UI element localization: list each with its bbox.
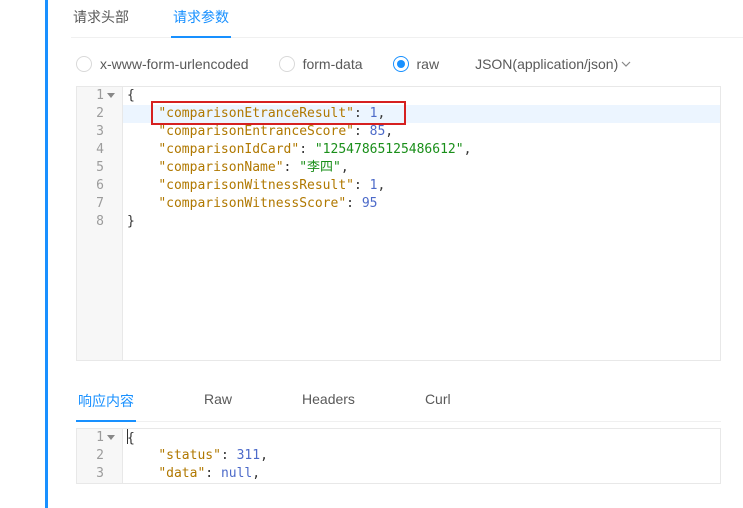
radio-icon [279,56,295,72]
line-number: 1 [77,429,118,447]
code-area[interactable]: { "status": 311, "data": null, [123,429,720,483]
code-line: "comparisonEntranceScore": 85, [123,123,720,141]
line-number: 3 [77,123,118,141]
line-number: 6 [77,177,118,195]
radio-form-data[interactable]: form-data [279,56,363,72]
code-line: "comparisonName": "李四", [123,159,720,177]
radio-raw[interactable]: raw [393,56,440,72]
line-gutter: 1 2 3 4 5 6 7 8 [77,87,123,360]
content-type-select[interactable]: JSON(application/json) [475,56,632,72]
radio-icon [393,56,409,72]
tab-response-headers[interactable]: Headers [300,381,357,421]
radio-label: x-www-form-urlencoded [100,56,249,72]
radio-label: form-data [303,56,363,72]
code-area[interactable]: { "comparisonEtranceResult": 1, "compari… [123,87,720,360]
content-type-label: JSON(application/json) [475,56,618,72]
line-number: 1 [77,87,118,105]
code-line: "comparisonIdCard": "12547865125486612", [123,141,720,159]
tab-response-raw[interactable]: Raw [202,381,234,421]
code-line: "comparisonWitnessResult": 1, [123,177,720,195]
code-line: { [123,429,720,447]
line-number: 2 [77,105,118,123]
line-number: 5 [77,159,118,177]
request-body-editor[interactable]: 1 2 3 4 5 6 7 8 { "comparisonEtranceResu… [76,86,721,361]
line-number: 8 [77,213,118,231]
chevron-down-icon [620,58,632,70]
line-gutter: 1 2 3 [77,429,123,483]
radio-urlencoded[interactable]: x-www-form-urlencoded [76,56,249,72]
line-number: 4 [77,141,118,159]
code-line: "status": 311, [123,447,720,465]
code-line: "comparisonWitnessScore": 95 [123,195,720,213]
tab-response-content[interactable]: 响应内容 [76,381,136,421]
code-line: { [123,87,720,105]
body-type-row: x-www-form-urlencoded form-data raw JSON… [76,38,743,86]
tab-request-params[interactable]: 请求参数 [171,0,231,37]
tab-response-curl[interactable]: Curl [423,381,453,421]
response-tabs: 响应内容 Raw Headers Curl [76,381,721,422]
radio-label: raw [417,56,440,72]
code-line: "data": null, [123,465,720,483]
line-number: 3 [77,465,118,483]
line-number: 2 [77,447,118,465]
code-line: } [123,213,720,231]
code-line: "comparisonEtranceResult": 1, [123,105,720,123]
response-body-editor[interactable]: 1 2 3 { "status": 311, "data": null, [76,428,721,484]
line-number: 7 [77,195,118,213]
tab-request-headers[interactable]: 请求头部 [71,0,131,37]
radio-icon [76,56,92,72]
request-tabs: 请求头部 请求参数 [71,0,743,38]
